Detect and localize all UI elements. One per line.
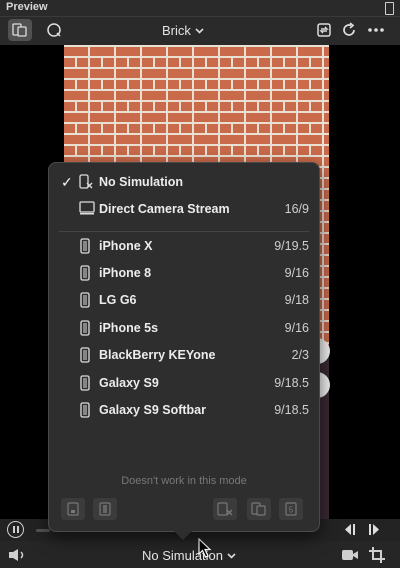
restart-button[interactable]: [337, 19, 361, 41]
menu-item-label: LG G6: [99, 293, 137, 307]
menu-item-ratio: 9/16: [284, 266, 309, 280]
ellipsis-icon: [368, 28, 384, 32]
menu-item-label: Galaxy S9 Softbar: [99, 403, 206, 417]
menu-item-ratio: 9/18.5: [274, 403, 309, 417]
device-selector[interactable]: Brick: [162, 23, 204, 38]
device-mode-icon: [67, 502, 79, 516]
menu-item-ratio: 2/3: [291, 348, 309, 362]
step-forward-icon[interactable]: [366, 523, 382, 536]
dock-panel-icon[interactable]: [385, 2, 394, 15]
menu-item-ratio: 9/18: [284, 293, 309, 307]
menu-item-label: iPhone X: [99, 239, 153, 253]
menu-item-label: BlackBerry KEYone: [99, 348, 216, 362]
step-back-icon[interactable]: [342, 523, 358, 536]
phone-icon: [80, 265, 90, 281]
simulation-selector[interactable]: No Simulation: [142, 548, 236, 563]
speaker-icon[interactable]: [8, 548, 26, 562]
popup-pointer: [174, 531, 192, 540]
menu-item-galaxy-s9-softbar[interactable]: Galaxy S9 Softbar 9/18.5: [49, 399, 319, 421]
device-preview-button[interactable]: [8, 19, 32, 41]
menu-item-label: Galaxy S9: [99, 376, 159, 390]
menu-item-label: No Simulation: [99, 175, 184, 189]
mode-hint: Doesn't work in this mode: [121, 475, 247, 487]
menu-item-ratio: 16/9: [284, 202, 309, 216]
checkmark-icon: ✓: [61, 173, 73, 190]
pause-icon: [12, 526, 15, 533]
svg-text:5: 5: [289, 506, 294, 515]
menu-item-ratio: 9/18.5: [274, 376, 309, 390]
menu-item-label: iPhone 8: [99, 266, 152, 280]
no-device-icon: [217, 502, 233, 516]
menu-item-ratio: 9/16: [284, 321, 309, 335]
mode-button-no-device[interactable]: [213, 498, 237, 520]
snap-camera-icon: [47, 23, 61, 37]
no-device-icon: [79, 174, 93, 189]
pause-icon-bar: [16, 526, 19, 533]
monitor-icon: [79, 201, 95, 215]
device-selector-label: Brick: [162, 23, 191, 38]
menu-separator: [59, 231, 309, 232]
crop-icon[interactable]: [368, 546, 386, 564]
menu-item-no-simulation[interactable]: ✓ No Simulation: [49, 171, 319, 193]
snap-camera-button[interactable]: [42, 19, 66, 41]
menu-item-lg-g6[interactable]: LG G6 9/18: [49, 289, 319, 311]
chevron-down-icon: [227, 552, 236, 559]
simulation-menu: ✓ No Simulation Direct Camera Stream 16/…: [48, 162, 320, 540]
timeline-track[interactable]: [36, 529, 50, 532]
preview-bottom-bar: No Simulation: [0, 538, 400, 568]
phone-icon: [80, 375, 90, 391]
phone-icon: [80, 292, 90, 308]
pause-button[interactable]: [7, 521, 24, 538]
preview-toolbar: Brick: [0, 17, 400, 45]
device-preview-icon: [251, 502, 266, 516]
mode-button-single[interactable]: [61, 498, 85, 520]
mode-button-five[interactable]: 5: [279, 498, 303, 520]
panel-titlebar: Preview: [0, 0, 400, 17]
menu-item-ratio: 9/19.5: [274, 239, 309, 253]
split-mode-icon: [99, 502, 111, 516]
video-camera-icon[interactable]: [341, 549, 359, 561]
menu-item-iphone-x[interactable]: iPhone X 9/19.5: [49, 235, 319, 257]
mouse-cursor-icon: [198, 538, 212, 558]
chevron-down-icon: [195, 27, 204, 34]
menu-item-blackberry-keyone[interactable]: BlackBerry KEYone 2/3: [49, 344, 319, 366]
panel-title: Preview: [6, 1, 48, 13]
mode-button-device-preview[interactable]: [247, 498, 271, 520]
phone-icon: [80, 402, 90, 418]
menu-item-iphone-8[interactable]: iPhone 8 9/16: [49, 262, 319, 284]
device-preview-icon: [12, 23, 27, 37]
menu-item-iphone-5s[interactable]: iPhone 5s 9/16: [49, 317, 319, 339]
phone-icon: [80, 347, 90, 363]
refresh-icon: [343, 22, 355, 36]
flip-camera-icon: [317, 23, 331, 37]
menu-item-galaxy-s9[interactable]: Galaxy S9 9/18.5: [49, 372, 319, 394]
numbered-mode-icon: 5: [285, 502, 297, 516]
phone-icon: [80, 238, 90, 254]
menu-item-label: Direct Camera Stream: [99, 202, 230, 216]
phone-icon: [80, 320, 90, 336]
mode-button-split[interactable]: [93, 498, 117, 520]
menu-item-label: iPhone 5s: [99, 321, 159, 335]
flip-camera-button[interactable]: [312, 19, 336, 41]
more-options-button[interactable]: [364, 19, 388, 41]
menu-item-direct-camera-stream[interactable]: Direct Camera Stream 16/9: [49, 198, 319, 220]
